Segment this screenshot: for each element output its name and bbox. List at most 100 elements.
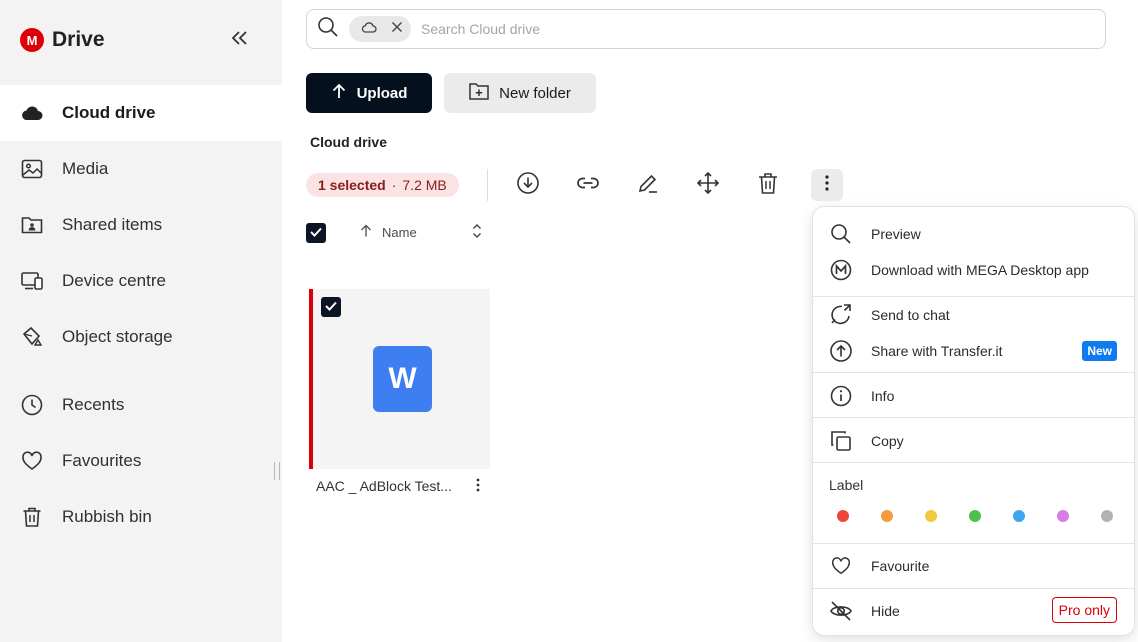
menu-item-preview[interactable]: Preview	[813, 216, 1134, 252]
sidebar-item-object-storage[interactable]: Object storage	[0, 309, 282, 365]
sidebar-item-label: Rubbish bin	[62, 507, 152, 526]
menu-divider	[813, 462, 1134, 463]
sidebar: M Drive Cloud drive Media Shared items D…	[0, 0, 282, 642]
sidebar-item-recents[interactable]: Recents	[0, 377, 282, 433]
devices-icon	[20, 269, 44, 293]
label-color-orange[interactable]	[881, 510, 893, 522]
sidebar-item-favourites[interactable]: Favourites	[0, 433, 282, 489]
badge-separator: ·	[391, 177, 397, 193]
sort-by-name[interactable]: Name	[360, 224, 417, 240]
eye-off-icon	[829, 599, 853, 623]
more-vertical-icon	[824, 174, 830, 197]
sort-order-toggle[interactable]	[470, 223, 484, 244]
search-scope-chip[interactable]	[349, 16, 411, 42]
menu-item-copy[interactable]: Copy	[813, 423, 1134, 459]
sidebar-item-media[interactable]: Media	[0, 141, 282, 197]
menu-item-favourite[interactable]: Favourite	[813, 548, 1134, 584]
sidebar-item-rubbish-bin[interactable]: Rubbish bin	[0, 489, 282, 545]
check-icon	[325, 298, 337, 316]
check-icon	[310, 224, 322, 242]
clock-icon	[20, 393, 44, 417]
menu-item-download-desktop[interactable]: Download with MEGA Desktop app	[813, 252, 1134, 288]
sidebar-item-label: Object storage	[62, 327, 173, 346]
trash-icon	[20, 505, 44, 529]
menu-item-label: Info	[871, 388, 895, 404]
delete-button[interactable]	[752, 169, 784, 201]
rename-icon	[636, 171, 660, 200]
menu-item-label: Preview	[871, 226, 921, 242]
image-icon	[20, 157, 44, 181]
menu-item-share-transfer[interactable]: Share with Transfer.it New	[813, 333, 1134, 369]
collapse-sidebar-button[interactable]	[228, 28, 252, 52]
file-more-button[interactable]	[472, 478, 484, 496]
folder-plus-icon	[469, 82, 489, 104]
label-color-green[interactable]	[969, 510, 981, 522]
search-icon	[829, 222, 853, 246]
mega-logo-icon: M	[20, 28, 44, 52]
menu-item-label: Favourite	[871, 558, 930, 574]
upload-button[interactable]: Upload	[306, 73, 432, 113]
file-checkbox[interactable]	[321, 297, 341, 317]
new-badge: New	[1082, 341, 1117, 361]
menu-item-info[interactable]: Info	[813, 378, 1134, 414]
share-link-button[interactable]	[572, 169, 604, 201]
sidebar-item-label: Shared items	[62, 215, 163, 234]
label-color-yellow[interactable]	[925, 510, 937, 522]
file-name: AAC _ AdBlock Test...	[316, 478, 452, 494]
send-to-chat-icon	[829, 303, 853, 327]
sidebar-item-label: Favourites	[62, 451, 142, 470]
menu-item-label: Copy	[871, 433, 904, 449]
select-all-checkbox[interactable]	[306, 223, 326, 243]
move-icon	[696, 171, 720, 200]
new-folder-button[interactable]: New folder	[444, 73, 596, 113]
label-section-title: Label	[829, 477, 864, 493]
search-icon	[317, 16, 339, 43]
label-color-red[interactable]	[837, 510, 849, 522]
label-color-blue[interactable]	[1013, 510, 1025, 522]
cloud-icon	[20, 101, 44, 125]
new-folder-label: New folder	[499, 84, 571, 102]
menu-divider	[813, 372, 1134, 373]
sidebar-item-label: Cloud drive	[62, 103, 156, 122]
pro-only-badge: Pro only	[1051, 597, 1117, 623]
chevron-up-down-icon	[472, 223, 482, 244]
sidebar-item-cloud-drive[interactable]: Cloud drive	[0, 85, 282, 141]
download-button[interactable]	[512, 169, 544, 201]
label-color-purple[interactable]	[1057, 510, 1069, 522]
word-document-icon: W	[373, 346, 432, 412]
menu-item-label: Hide	[871, 603, 900, 619]
menu-item-hide[interactable]: Hide Pro only	[813, 593, 1134, 629]
menu-item-send-to-chat[interactable]: Send to chat	[813, 297, 1134, 333]
arrow-up-icon	[331, 83, 347, 103]
sidebar-resize-handle[interactable]	[274, 462, 280, 480]
selected-size: 7.2 MB	[402, 177, 447, 193]
rename-button[interactable]	[632, 169, 664, 201]
menu-divider	[813, 417, 1134, 418]
selection-badge: 1 selected · 7.2 MB	[306, 173, 459, 197]
label-color-swatches	[837, 510, 1113, 522]
sidebar-item-device-centre[interactable]: Device centre	[0, 253, 282, 309]
clear-chip-close-icon[interactable]	[391, 20, 403, 38]
trash-icon	[757, 171, 779, 200]
arrow-up-icon	[360, 224, 372, 240]
more-options-button[interactable]	[811, 169, 843, 201]
page-title: Cloud drive	[310, 134, 388, 150]
search-input[interactable]	[421, 21, 821, 37]
menu-item-label: Download with MEGA Desktop app	[871, 262, 1089, 278]
menu-item-label: Send to chat	[871, 307, 950, 323]
move-button[interactable]	[692, 169, 724, 201]
file-card[interactable]: W	[309, 289, 490, 469]
search-bar[interactable]	[306, 9, 1106, 49]
toolbar-divider	[487, 169, 488, 201]
double-chevron-left-icon	[231, 30, 249, 50]
menu-divider	[813, 543, 1134, 544]
heart-icon	[829, 554, 853, 578]
menu-divider	[813, 588, 1134, 589]
label-color-grey[interactable]	[1101, 510, 1113, 522]
sidebar-item-shared-items[interactable]: Shared items	[0, 197, 282, 253]
heart-icon	[20, 449, 44, 473]
brand[interactable]: M Drive	[20, 28, 105, 52]
cloud-icon	[361, 20, 377, 39]
selected-count: 1 selected	[318, 177, 386, 193]
copy-icon	[829, 429, 853, 453]
